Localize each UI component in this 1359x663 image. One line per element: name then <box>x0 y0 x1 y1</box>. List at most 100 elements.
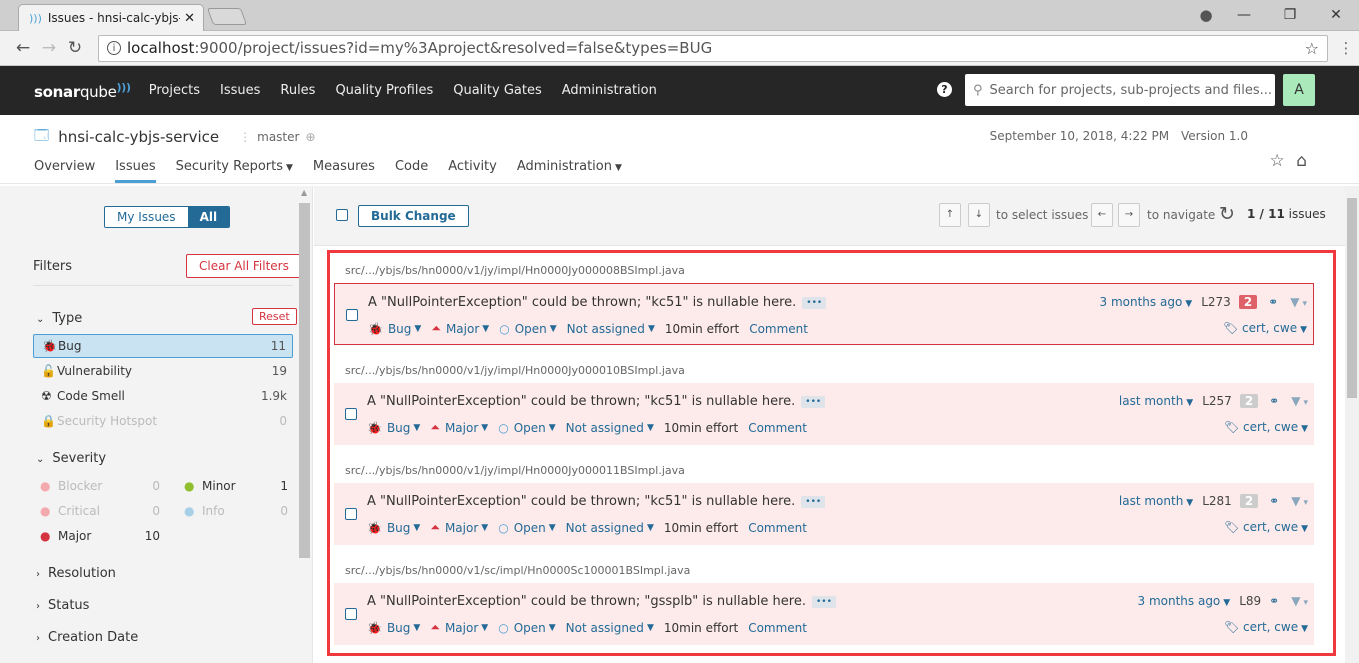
info-icon[interactable]: i <box>107 41 121 55</box>
facet-type-header[interactable]: ⌄ Type <box>36 311 82 326</box>
permalink-icon[interactable]: ⚭ <box>1269 394 1279 408</box>
nav-quality-profiles[interactable]: Quality Profiles <box>335 83 433 98</box>
issue-assignee[interactable]: Not assigned ▼ <box>566 521 654 535</box>
bookmark-star-icon[interactable]: ☆ <box>1305 39 1319 58</box>
facet-severity-header[interactable]: ⌄ Severity <box>36 451 106 466</box>
page-scrollbar[interactable] <box>1345 186 1359 663</box>
profile-icon[interactable]: ● <box>1191 6 1221 24</box>
sonarqube-logo[interactable]: sonarqube))) <box>34 81 131 101</box>
browser-tab[interactable]: ))) Issues - hnsi-calc-ybjs-s ✕ <box>18 4 204 31</box>
help-icon[interactable]: ? <box>937 82 952 97</box>
issue-severity[interactable]: ⏶ Major ▼ <box>430 420 488 435</box>
filter-icon[interactable]: ▼ ▾ <box>1290 295 1307 309</box>
facet-item-bug[interactable]: 🐞 Bug 11 <box>33 334 293 358</box>
issue-flows-badge[interactable]: 2 <box>1238 295 1258 309</box>
issue-message[interactable]: A "NullPointerException" could be thrown… <box>367 394 795 409</box>
issue-tags[interactable]: 🏷 cert, cwe ▼ <box>1224 420 1308 434</box>
issue-status[interactable]: ○ Open ▼ <box>498 421 555 435</box>
component-path[interactable]: src/.../ybjs/bs/hn0000/v1/jy/impl/Hn0000… <box>345 464 685 477</box>
home-icon[interactable]: ⌂ <box>1296 151 1307 171</box>
issue-item[interactable]: A "NullPointerException" could be thrown… <box>334 383 1314 445</box>
facet-item-major[interactable]: ● Major 10 <box>40 525 160 547</box>
issue-date[interactable]: 3 months ago ▼ <box>1138 594 1231 608</box>
scroll-up-icon[interactable]: ▲ <box>301 188 307 197</box>
issue-status[interactable]: ○ Open ▼ <box>498 521 555 535</box>
back-button[interactable]: ← <box>10 38 36 58</box>
close-window-button[interactable]: ✕ <box>1313 7 1359 23</box>
minimize-button[interactable]: — <box>1221 7 1267 23</box>
issue-date[interactable]: 3 months ago ▼ <box>1100 295 1193 309</box>
my-issues-button[interactable]: My Issues <box>105 207 188 227</box>
issue-tags[interactable]: 🏷 cert, cwe ▼ <box>1223 321 1307 335</box>
issue-type[interactable]: 🐞 Bug ▼ <box>367 521 420 535</box>
permalink-icon[interactable]: ⚭ <box>1268 295 1278 309</box>
issue-flows-badge[interactable]: 2 <box>1239 494 1259 508</box>
scrollbar-thumb[interactable] <box>299 203 310 558</box>
component-path[interactable]: src/.../ybjs/bs/hn0000/v1/sc/impl/Hn0000… <box>345 564 690 577</box>
issue-type[interactable]: 🐞 Bug ▼ <box>367 621 420 635</box>
issue-item[interactable]: A "NullPointerException" could be thrown… <box>334 483 1314 545</box>
favorite-star-icon[interactable]: ☆ <box>1270 151 1285 171</box>
issue-item[interactable]: A "NullPointerException" could be thrown… <box>334 583 1314 645</box>
branch-selector[interactable]: ⋮ master ⊕ <box>239 130 315 144</box>
project-name[interactable]: hnsi-calc-ybjs-service <box>58 128 219 146</box>
user-avatar[interactable]: A <box>1283 74 1315 106</box>
tab-security-reports[interactable]: Security Reports ▼ <box>176 159 293 179</box>
url-field[interactable]: i localhost:9000/project/issues?id=my%3A… <box>98 34 1328 62</box>
issue-message[interactable]: A "NullPointerException" could be thrown… <box>367 594 806 609</box>
facet-item-info[interactable]: ● Info 0 <box>184 500 288 522</box>
sidebar-scrollbar[interactable]: ▲ <box>299 186 310 663</box>
component-path[interactable]: src/.../ybjs/bs/hn0000/v1/jy/impl/Hn0000… <box>345 264 685 277</box>
issue-item[interactable]: A "NullPointerException" could be thrown… <box>334 283 1314 345</box>
restore-button[interactable]: ❐ <box>1267 7 1313 23</box>
new-tab-button[interactable] <box>206 8 248 25</box>
facet-status-header[interactable]: › Status <box>36 598 89 613</box>
facet-item-vulnerability[interactable]: 🔓 Vulnerability 19 <box>33 359 293 383</box>
issue-assignee[interactable]: Not assigned ▼ <box>566 421 654 435</box>
issue-flows-badge[interactable]: 2 <box>1239 394 1259 408</box>
nav-quality-gates[interactable]: Quality Gates <box>453 83 542 98</box>
issue-comment-link[interactable]: Comment <box>748 421 807 435</box>
issue-message[interactable]: A "NullPointerException" could be thrown… <box>368 295 796 310</box>
bulk-change-button[interactable]: Bulk Change <box>358 205 469 227</box>
filter-icon[interactable]: ▼ ▾ <box>1291 494 1308 508</box>
facet-item-critical[interactable]: ● Critical 0 <box>40 500 160 522</box>
issue-severity[interactable]: ⏶ Major ▼ <box>430 520 488 535</box>
issue-severity[interactable]: ⏶ Major ▼ <box>430 620 488 635</box>
issue-type[interactable]: 🐞 Bug ▼ <box>368 322 421 336</box>
issue-severity[interactable]: ⏶ Major ▼ <box>431 321 489 336</box>
issue-date[interactable]: last month ▼ <box>1119 494 1193 508</box>
tab-overview[interactable]: Overview <box>34 159 95 179</box>
nav-issues[interactable]: Issues <box>220 83 260 98</box>
issue-type[interactable]: 🐞 Bug ▼ <box>367 421 420 435</box>
facet-resolution-header[interactable]: › Resolution <box>36 566 116 581</box>
issue-checkbox[interactable] <box>345 508 357 520</box>
issue-status[interactable]: ○ Open ▼ <box>499 322 556 336</box>
facet-item-code-smell[interactable]: ☢ Code Smell 1.9k <box>33 384 293 408</box>
facet-item-blocker[interactable]: ● Blocker 0 <box>40 475 160 497</box>
forward-button[interactable]: → <box>36 38 62 58</box>
issue-comment-link[interactable]: Comment <box>748 621 807 635</box>
more-icon[interactable]: ••• <box>811 595 836 608</box>
close-tab-icon[interactable]: ✕ <box>184 11 195 26</box>
issue-date[interactable]: last month ▼ <box>1119 394 1193 408</box>
issue-checkbox[interactable] <box>346 309 358 321</box>
reset-type-button[interactable]: Reset <box>252 308 297 325</box>
tab-administration[interactable]: Administration ▼ <box>517 159 622 179</box>
more-icon[interactable]: ••• <box>801 495 826 508</box>
issue-comment-link[interactable]: Comment <box>749 322 808 336</box>
permalink-icon[interactable]: ⚭ <box>1269 594 1279 608</box>
all-issues-button[interactable]: All <box>187 207 230 227</box>
global-search-input[interactable]: ⚲ Search for projects, sub-projects and … <box>965 74 1275 106</box>
facet-item-minor[interactable]: ● Minor 1 <box>184 475 288 497</box>
select-all-checkbox[interactable] <box>336 209 348 221</box>
issue-assignee[interactable]: Not assigned ▼ <box>566 621 654 635</box>
facet-creation-date-header[interactable]: › Creation Date <box>36 630 138 645</box>
nav-administration[interactable]: Administration <box>562 83 657 98</box>
tab-issues[interactable]: Issues <box>115 159 157 183</box>
browser-menu-icon[interactable]: ⋮ <box>1334 39 1358 57</box>
more-icon[interactable]: ••• <box>801 395 826 408</box>
reload-button[interactable]: ↻ <box>62 38 88 58</box>
issue-comment-link[interactable]: Comment <box>748 521 807 535</box>
tab-code[interactable]: Code <box>395 159 428 179</box>
